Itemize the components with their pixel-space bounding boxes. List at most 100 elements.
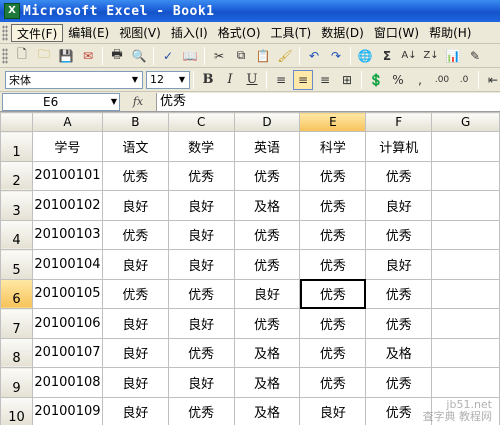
cell-G6[interactable] <box>431 278 500 309</box>
open-icon[interactable]: 🗀 <box>34 46 54 66</box>
cell-E10[interactable]: 良好 <box>299 396 367 425</box>
cell-B7[interactable]: 良好 <box>101 308 169 339</box>
chart-wizard-icon[interactable]: 📊 <box>443 46 463 66</box>
spelling-icon[interactable]: ✓ <box>158 46 178 66</box>
cell-B8[interactable]: 良好 <box>101 337 169 368</box>
print-icon[interactable]: 🖶 <box>107 46 127 66</box>
paste-icon[interactable]: 📋 <box>253 46 273 66</box>
cell-B5[interactable]: 良好 <box>101 249 169 280</box>
row-header[interactable]: 6 <box>0 278 33 309</box>
cell-E8[interactable]: 优秀 <box>299 337 367 368</box>
column-header[interactable]: A <box>31 112 103 132</box>
cell-C10[interactable]: 优秀 <box>167 396 235 425</box>
menu-window[interactable]: 窗口(W) <box>369 24 424 42</box>
permission-icon[interactable]: ✉ <box>78 46 98 66</box>
column-header[interactable]: F <box>365 112 433 132</box>
menu-file[interactable]: 文件(F) <box>11 23 64 42</box>
currency-icon[interactable]: 💲 <box>366 70 386 90</box>
cell-B4[interactable]: 优秀 <box>101 219 169 250</box>
chevron-down-icon[interactable]: ▼ <box>176 73 188 87</box>
cell-F3[interactable]: 良好 <box>365 190 433 221</box>
cell-G2[interactable] <box>431 160 500 191</box>
cell-F9[interactable]: 优秀 <box>365 367 433 398</box>
underline-button[interactable]: U <box>242 70 262 90</box>
merge-center-icon[interactable]: ⊞ <box>337 70 357 90</box>
cell-E9[interactable]: 优秀 <box>299 367 367 398</box>
cell-G3[interactable] <box>431 190 500 221</box>
cell-G8[interactable] <box>431 337 500 368</box>
align-left-icon[interactable]: ≡ <box>271 70 291 90</box>
cell-F8[interactable]: 及格 <box>365 337 433 368</box>
cell-D4[interactable]: 优秀 <box>233 219 301 250</box>
sort-ascending-icon[interactable]: A↓ <box>399 46 419 66</box>
cell-A2[interactable]: 20100101 <box>31 160 103 191</box>
cell-A3[interactable]: 20100102 <box>31 190 103 221</box>
formula-input[interactable]: 优秀 <box>156 92 500 111</box>
cell-C9[interactable]: 良好 <box>167 367 235 398</box>
cell-C3[interactable]: 良好 <box>167 190 235 221</box>
cell-E1[interactable]: 科学 <box>299 131 367 162</box>
cell-D7[interactable]: 优秀 <box>233 308 301 339</box>
cell-A7[interactable]: 20100106 <box>31 308 103 339</box>
cell-D1[interactable]: 英语 <box>233 131 301 162</box>
cell-C7[interactable]: 良好 <box>167 308 235 339</box>
redo-icon[interactable]: ↷ <box>326 46 346 66</box>
column-header[interactable]: E <box>299 112 367 132</box>
select-all-corner[interactable] <box>0 112 33 132</box>
column-header[interactable]: D <box>233 112 301 132</box>
decrease-decimal-icon[interactable]: .0 <box>454 70 474 90</box>
cell-A10[interactable]: 20100109 <box>31 396 103 425</box>
cell-A9[interactable]: 20100108 <box>31 367 103 398</box>
cell-C4[interactable]: 良好 <box>167 219 235 250</box>
cell-G7[interactable] <box>431 308 500 339</box>
row-header[interactable]: 4 <box>0 219 33 250</box>
cell-C6[interactable]: 优秀 <box>167 278 235 309</box>
cell-E7[interactable]: 优秀 <box>299 308 367 339</box>
cell-G1[interactable] <box>431 131 500 162</box>
cell-F1[interactable]: 计算机 <box>365 131 433 162</box>
cell-D10[interactable]: 及格 <box>233 396 301 425</box>
excel-app-icon[interactable]: X <box>4 3 20 19</box>
cell-G10[interactable] <box>431 396 500 425</box>
cut-icon[interactable]: ✂ <box>209 46 229 66</box>
toolbar-grip-icon[interactable] <box>2 47 8 64</box>
increase-decimal-icon[interactable]: .00 <box>432 70 452 90</box>
menu-view[interactable]: 视图(V) <box>114 24 166 42</box>
cell-A5[interactable]: 20100104 <box>31 249 103 280</box>
cell-D5[interactable]: 优秀 <box>233 249 301 280</box>
cell-G4[interactable] <box>431 219 500 250</box>
drawing-icon[interactable]: ✎ <box>465 46 485 66</box>
percent-button[interactable]: % <box>388 70 408 90</box>
cell-C1[interactable]: 数学 <box>167 131 235 162</box>
cell-D3[interactable]: 及格 <box>233 190 301 221</box>
column-header[interactable]: C <box>167 112 235 132</box>
cell-F6[interactable]: 优秀 <box>365 278 433 309</box>
bold-button[interactable]: B <box>198 70 218 90</box>
cell-F5[interactable]: 良好 <box>365 249 433 280</box>
save-icon[interactable]: 💾 <box>56 46 76 66</box>
cell-G9[interactable] <box>431 367 500 398</box>
cell-A8[interactable]: 20100107 <box>31 337 103 368</box>
cell-B9[interactable]: 良好 <box>101 367 169 398</box>
italic-button[interactable]: I <box>220 70 240 90</box>
cell-F4[interactable]: 优秀 <box>365 219 433 250</box>
cell-E6[interactable]: 优秀 <box>299 278 367 309</box>
autosum-icon[interactable]: Σ <box>377 46 397 66</box>
cell-B10[interactable]: 良好 <box>101 396 169 425</box>
row-header[interactable]: 5 <box>0 249 33 280</box>
cell-B3[interactable]: 良好 <box>101 190 169 221</box>
font-name-select[interactable]: 宋体 ▼ <box>5 70 143 89</box>
name-box[interactable]: E6 ▼ <box>2 92 120 111</box>
cell-E4[interactable]: 优秀 <box>299 219 367 250</box>
menu-edit[interactable]: 编辑(E) <box>63 24 114 42</box>
cell-D8[interactable]: 及格 <box>233 337 301 368</box>
research-icon[interactable]: 📖 <box>180 46 200 66</box>
menubar-grip-icon[interactable] <box>2 24 8 41</box>
cell-E3[interactable]: 优秀 <box>299 190 367 221</box>
menu-data[interactable]: 数据(D) <box>316 24 369 42</box>
cell-G5[interactable] <box>431 249 500 280</box>
comma-style-icon[interactable]: , <box>410 70 430 90</box>
row-header[interactable]: 9 <box>0 367 33 398</box>
sort-descending-icon[interactable]: Z↓ <box>421 46 441 66</box>
cell-E2[interactable]: 优秀 <box>299 160 367 191</box>
